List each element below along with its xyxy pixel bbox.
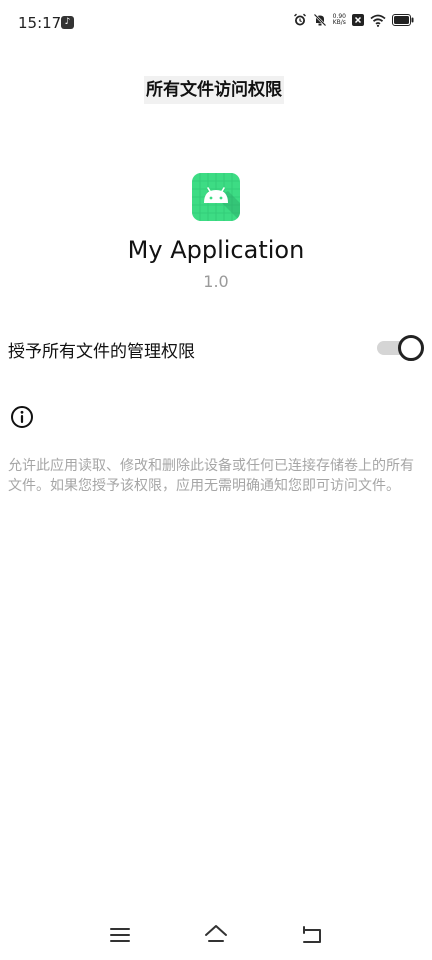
permission-description: 允许此应用读取、修改和删除此设备或任何已连接存储卷上的所有文件。如果您授予该权限… [8,458,414,494]
navigation-bar [0,916,432,960]
app-version: 1.0 [203,272,229,291]
page-title: 所有文件访问权限 [144,76,284,104]
net-speed: 0.90 KB/s [333,14,346,26]
net-speed-unit: KB/s [332,19,346,26]
android-app-icon [192,173,240,221]
alarm-icon [293,13,307,27]
silent-icon [313,13,327,27]
tiktok-icon: ♪ [61,16,74,29]
status-time: 15:17 [18,14,62,32]
battery-icon [392,14,414,26]
status-icons: 0.90 KB/s [293,13,414,27]
app-name: My Application [127,236,305,264]
status-bar: 15:17 ♪ 0.90 KB/s [0,0,432,44]
toggle-knob [398,335,424,361]
info-icon [10,405,34,429]
permission-toggle[interactable] [375,335,425,361]
menu-icon[interactable] [107,922,133,948]
permission-label: 授予所有文件的管理权限 [8,342,195,362]
all-files-permission-row[interactable]: 授予所有文件的管理权限 [0,330,432,366]
close-box-icon [352,14,364,26]
home-icon[interactable] [203,922,229,948]
back-icon[interactable] [299,922,325,948]
wifi-icon [370,14,386,27]
